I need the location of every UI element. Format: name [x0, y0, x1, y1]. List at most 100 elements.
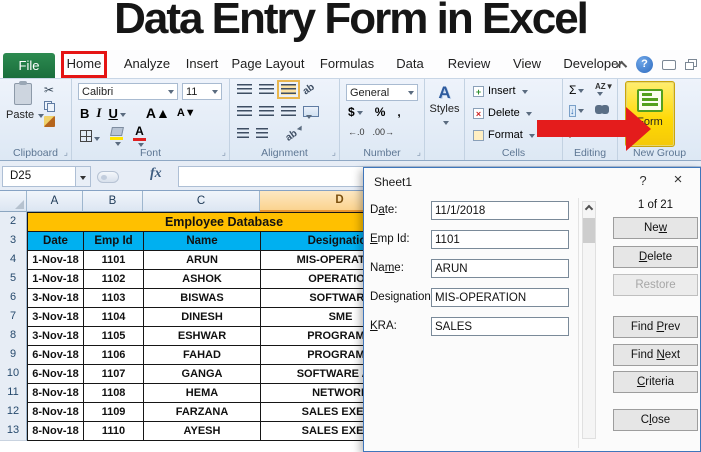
currency-button[interactable]: $: [348, 105, 363, 119]
autosum-button[interactable]: Σ: [569, 83, 584, 97]
underline-button[interactable]: U: [108, 106, 125, 121]
cell-date[interactable]: 1-Nov-18: [27, 250, 84, 270]
row-header[interactable]: 7: [0, 307, 27, 327]
emp-id-field[interactable]: [431, 230, 569, 249]
cell-date[interactable]: 3-Nov-18: [27, 307, 84, 327]
scrollbar-thumb[interactable]: [583, 218, 595, 243]
kra-field[interactable]: [431, 317, 569, 336]
row-header[interactable]: 9: [0, 345, 27, 365]
comma-button[interactable]: ,: [397, 105, 400, 119]
cell-emp-id[interactable]: 1108: [83, 383, 144, 403]
row-header[interactable]: 13: [0, 421, 27, 441]
cell-date[interactable]: 3-Nov-18: [27, 288, 84, 308]
tab-page-layout[interactable]: Page Layout: [231, 56, 304, 71]
cell-emp-id[interactable]: 1107: [83, 364, 144, 384]
find-select-icon[interactable]: [595, 105, 609, 114]
cell-name[interactable]: GANGA: [143, 364, 261, 384]
minimize-icon[interactable]: [662, 59, 676, 70]
fill-color-button[interactable]: [109, 127, 124, 147]
copy-icon[interactable]: [44, 101, 55, 112]
grow-font-button[interactable]: A▲: [146, 105, 170, 121]
row-header[interactable]: 12: [0, 402, 27, 422]
designation-field[interactable]: [431, 288, 569, 307]
name-box-dropdown-icon[interactable]: [76, 166, 91, 187]
increase-decimal-icon[interactable]: ←.0: [348, 127, 365, 137]
borders-button[interactable]: [80, 129, 100, 145]
cell-name[interactable]: BISWAS: [143, 288, 261, 308]
orientation-icon[interactable]: ab: [301, 82, 317, 98]
record-scrollbar[interactable]: [582, 201, 596, 439]
find-prev-button[interactable]: Find Prev: [613, 316, 698, 338]
font-size-combo[interactable]: 11: [182, 83, 222, 100]
cell-emp-id[interactable]: 1101: [83, 250, 144, 270]
format-painter-icon[interactable]: [44, 116, 55, 127]
row-header[interactable]: 8: [0, 326, 27, 346]
cell-date[interactable]: 6-Nov-18: [27, 345, 84, 365]
find-next-button[interactable]: Find Next: [613, 344, 698, 366]
cell-date[interactable]: 8-Nov-18: [27, 402, 84, 422]
column-header-a[interactable]: A: [27, 191, 83, 212]
cell-date[interactable]: 6-Nov-18: [27, 364, 84, 384]
delete-cells-button[interactable]: × Delete: [473, 107, 532, 119]
cell-emp-id[interactable]: 1105: [83, 326, 144, 346]
dialog-close-icon[interactable]: ×: [664, 171, 692, 191]
bold-button[interactable]: B: [80, 106, 89, 121]
cell-date[interactable]: 3-Nov-18: [27, 326, 84, 346]
tab-data[interactable]: Data: [396, 56, 423, 71]
number-format-combo[interactable]: General: [346, 84, 418, 101]
cell-emp-id[interactable]: 1106: [83, 345, 144, 365]
paste-button[interactable]: Paste: [6, 81, 40, 123]
delete-button[interactable]: Delete: [613, 246, 698, 268]
date-field[interactable]: [431, 201, 569, 220]
font-dialog-launcher-icon[interactable]: ⌟: [222, 147, 226, 158]
decrease-indent-icon[interactable]: [237, 128, 249, 139]
cut-icon[interactable]: ✂: [44, 83, 55, 97]
insert-cells-button[interactable]: + Insert: [473, 85, 528, 97]
row-header[interactable]: 4: [0, 250, 27, 270]
name-field[interactable]: [431, 259, 569, 278]
cell-emp-id[interactable]: 1102: [83, 269, 144, 289]
column-header-b[interactable]: B: [83, 191, 143, 212]
tab-insert[interactable]: Insert: [186, 56, 219, 71]
cell-name[interactable]: DINESH: [143, 307, 261, 327]
cell-name[interactable]: ARUN: [143, 250, 261, 270]
align-bottom-icon[interactable]: [277, 80, 300, 99]
cell-name[interactable]: AYESH: [143, 421, 261, 441]
header-cell-name[interactable]: Name: [143, 231, 261, 251]
cell-emp-id[interactable]: 1109: [83, 402, 144, 422]
cell-name[interactable]: FAHAD: [143, 345, 261, 365]
help-icon[interactable]: ?: [636, 56, 653, 73]
row-header[interactable]: 11: [0, 383, 27, 403]
align-right-icon[interactable]: [281, 106, 296, 117]
cell-date[interactable]: 1-Nov-18: [27, 269, 84, 289]
shrink-font-button[interactable]: A▼: [177, 107, 196, 119]
cell-date[interactable]: 8-Nov-18: [27, 383, 84, 403]
row-header[interactable]: 6: [0, 288, 27, 308]
align-left-icon[interactable]: [237, 106, 252, 117]
name-box[interactable]: D25: [2, 166, 76, 187]
font-color-button[interactable]: A: [133, 125, 146, 148]
insert-function-icon[interactable]: fx: [150, 166, 162, 182]
cell-name[interactable]: FARZANA: [143, 402, 261, 422]
cell-date[interactable]: 8-Nov-18: [27, 421, 84, 441]
close-button[interactable]: Close: [613, 409, 698, 431]
align-center-icon[interactable]: [259, 106, 274, 117]
restore-button[interactable]: Restore: [613, 274, 698, 296]
fill-button[interactable]: ↓: [569, 103, 584, 117]
tab-developer[interactable]: Developer: [563, 56, 622, 71]
new-button[interactable]: New: [613, 217, 698, 239]
merge-center-icon[interactable]: [303, 106, 319, 117]
tab-formulas[interactable]: Formulas: [320, 56, 374, 71]
increase-indent-icon[interactable]: [256, 128, 268, 139]
font-name-combo[interactable]: Calibri: [78, 83, 178, 100]
align-middle-icon[interactable]: [259, 84, 274, 95]
column-header-c[interactable]: C: [143, 191, 260, 212]
cell-emp-id[interactable]: 1104: [83, 307, 144, 327]
percent-button[interactable]: %: [375, 105, 386, 119]
select-all-corner[interactable]: [0, 191, 27, 212]
italic-button[interactable]: I: [96, 105, 101, 121]
tab-view[interactable]: View: [513, 56, 541, 71]
number-dialog-launcher-icon[interactable]: ⌟: [417, 147, 421, 158]
tab-file[interactable]: File: [3, 53, 55, 78]
header-cell-emp-id[interactable]: Emp Id: [83, 231, 144, 251]
